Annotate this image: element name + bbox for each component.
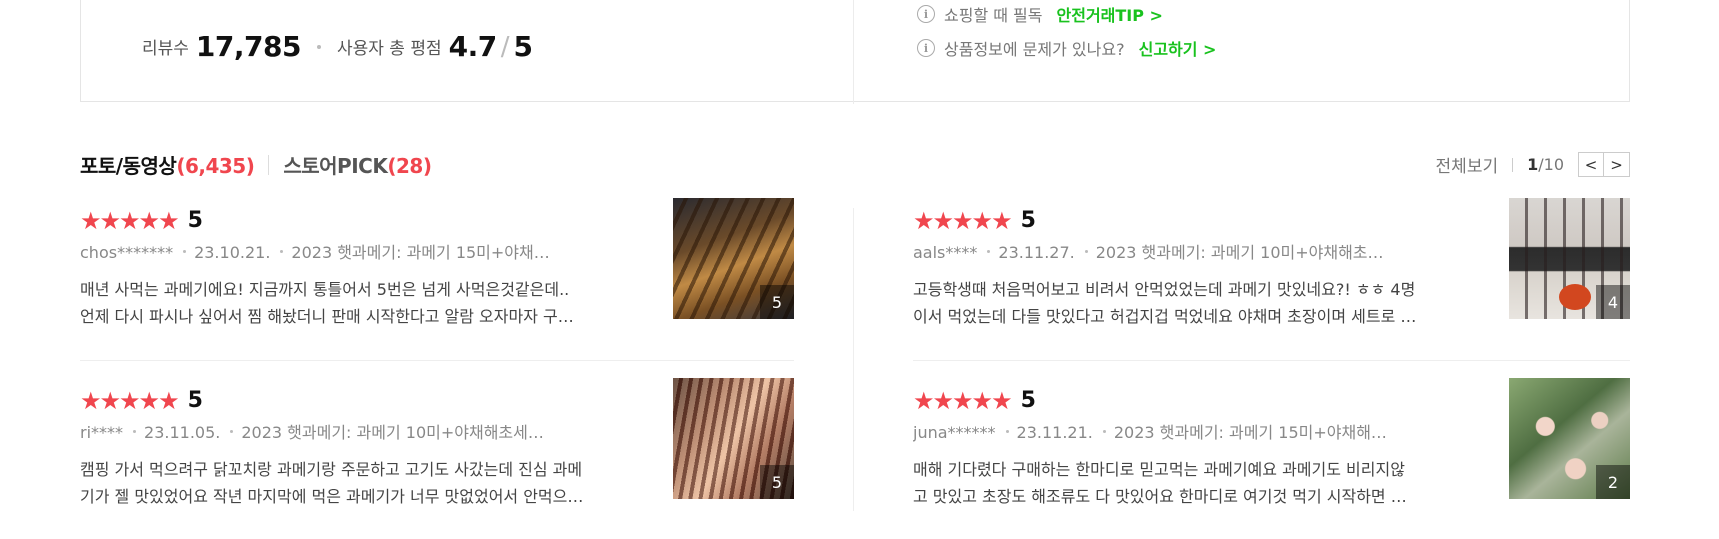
tab-separator	[268, 154, 270, 175]
rating-slash: /	[500, 31, 510, 62]
review-score: 5	[1020, 208, 1036, 233]
review-line: 기가 젤 맛있었어요 작년 마지막에 먹은 과메기가 너무 맛없었어서 안먹으…	[80, 487, 584, 506]
review-date: 23.10.21.	[194, 243, 271, 262]
safe-trade-tip-link[interactable]: 안전거래TIP >	[1057, 2, 1163, 26]
star-icon: ★★★★★	[80, 386, 180, 415]
notice-text: 상품정보에 문제가 있나요?	[944, 40, 1125, 59]
review-count-label: 리뷰수	[142, 39, 189, 59]
star-icon: ★★★★★	[913, 206, 1013, 235]
review-card[interactable]: ★★★★★ 5 aals**** 23.11.27. 2023 햇과메기: 과메기 …	[913, 198, 1630, 330]
photo-count-badge: 5	[760, 285, 794, 319]
tab-count: (6,435)	[176, 154, 255, 178]
next-page-button[interactable]: >	[1604, 152, 1630, 177]
meta-dot	[183, 250, 187, 253]
reviewer-id: ri****	[80, 423, 124, 442]
column-divider	[853, 208, 854, 511]
tab-store-pick[interactable]: 스토어PICK(28)	[283, 150, 432, 179]
separator-dot	[316, 44, 321, 49]
review-meta: aals**** 23.11.27. 2023 햇과메기: 과메기 10미+야채해초…	[913, 239, 1428, 263]
product-option: 2023 햇과메기: 과메기 15미+야채해…	[1113, 423, 1387, 442]
review-meta: chos******* 23.10.21. 2023 햇과메기: 과메기 15미+야…	[80, 239, 595, 263]
reviewer-id: aals****	[913, 243, 978, 262]
meta-dot	[987, 250, 991, 253]
review-text: 고등학생때 처음먹어보고 비려서 안먹었었는데 과메기 맛있네요?! ㅎㅎ 4명…	[913, 276, 1493, 330]
review-score: 5	[187, 388, 203, 413]
review-score: 5	[1020, 388, 1036, 413]
review-line: 캠핑 가서 먹으려구 닭꼬치랑 과메기랑 주문하고 고기도 사갔는데 진심 과메	[80, 460, 583, 479]
review-date: 23.11.05.	[144, 423, 221, 442]
star-rating: ★★★★★ 5	[913, 388, 1036, 413]
report-link[interactable]: 신고하기 >	[1139, 36, 1217, 60]
pagination: 전체보기 1/10 < >	[1436, 152, 1630, 177]
meta-dot	[1102, 430, 1106, 433]
meta-dot	[280, 250, 284, 253]
tab-label: 스토어PICK	[283, 154, 388, 178]
review-line: 이서 먹었는데 다들 맛있다고 허겁지겁 먹었네요 야채며 초장이며 세트로 …	[913, 307, 1417, 326]
paging-separator	[1512, 157, 1514, 172]
review-meta: juna****** 23.11.21. 2023 햇과메기: 과메기 15미+야채…	[913, 419, 1428, 443]
meta-dot	[133, 430, 137, 433]
review-card[interactable]: ★★★★★ 5 ri**** 23.11.05. 2023 햇과메기: 과메기 10…	[80, 378, 795, 510]
review-line: 매년 사먹는 과메기에요! 지금까지 통틀어서 5번은 넘게 사먹은것같은데..	[80, 280, 570, 299]
tab-photo-video[interactable]: 포토/동영상(6,435)	[80, 150, 255, 179]
review-date: 23.11.27.	[998, 243, 1075, 262]
review-meta: ri**** 23.11.05. 2023 햇과메기: 과메기 10미+야채해초세…	[80, 419, 595, 443]
star-rating: ★★★★★ 5	[913, 208, 1036, 233]
tab-count: (28)	[387, 154, 432, 178]
row-separator	[80, 360, 794, 361]
review-line: 고 맛있고 초장도 해조류도 다 맛있어요 한마디로 여기것 먹기 시작하면 …	[913, 487, 1407, 506]
review-card[interactable]: ★★★★★ 5 juna****** 23.11.21. 2023 햇과메기: 과메…	[913, 378, 1630, 510]
review-line: 매해 기다렸다 구매하는 한마디로 믿고먹는 과메기예요 과메기도 비리지않	[913, 460, 1405, 479]
review-date: 23.11.21.	[1016, 423, 1093, 442]
review-line: 고등학생때 처음먹어보고 비려서 안먹었었는데 과메기 맛있네요?! ㅎㅎ 4명	[913, 280, 1416, 299]
meta-dot	[1005, 430, 1009, 433]
prev-page-button[interactable]: <	[1578, 152, 1604, 177]
review-score: 5	[187, 208, 203, 233]
notice-safe-trade: i 쇼핑할 때 필독 안전거래TIP >	[917, 2, 1163, 26]
summary-divider	[853, 0, 854, 104]
info-icon: i	[917, 5, 935, 23]
meta-dot	[1084, 250, 1088, 253]
notice-text: 쇼핑할 때 필독	[944, 6, 1043, 25]
review-count: 17,785	[195, 30, 302, 63]
photo-count-badge: 2	[1596, 465, 1630, 499]
star-rating: ★★★★★ 5	[80, 208, 203, 233]
review-tabs: 포토/동영상(6,435) 스토어PICK(28)	[80, 150, 432, 179]
tab-label: 포토/동영상	[80, 154, 177, 178]
reviewer-id: juna******	[913, 423, 996, 442]
rating-label: 사용자 총 평점	[336, 39, 442, 59]
review-text: 매년 사먹는 과메기에요! 지금까지 통틀어서 5번은 넘게 사먹은것같은데..…	[80, 276, 660, 330]
page-indicator: 1/10	[1527, 155, 1564, 174]
star-rating: ★★★★★ 5	[80, 388, 203, 413]
product-option: 2023 햇과메기: 과메기 15미+야채…	[291, 243, 550, 262]
info-icon: i	[917, 39, 935, 57]
review-text: 매해 기다렸다 구매하는 한마디로 믿고먹는 과메기예요 과메기도 비리지않 고…	[913, 456, 1493, 510]
current-page: 1	[1527, 155, 1539, 174]
review-line: 언제 다시 파시나 싶어서 찜 해놨더니 판매 시작한다고 알람 오자마자 구…	[80, 307, 574, 326]
review-photo-thumbnail[interactable]: 5	[673, 198, 794, 319]
total-pages: /10	[1538, 155, 1564, 174]
rating-max: 5	[513, 30, 533, 63]
reviewer-id: chos*******	[80, 243, 174, 262]
star-icon: ★★★★★	[913, 386, 1013, 415]
review-card[interactable]: ★★★★★ 5 chos******* 23.10.21. 2023 햇과메기: 과…	[80, 198, 795, 330]
star-icon: ★★★★★	[80, 206, 180, 235]
product-option: 2023 햇과메기: 과메기 10미+야채해초세…	[241, 423, 544, 442]
review-summary: 리뷰수 17,785 사용자 총 평점 4.7 / 5	[142, 30, 533, 63]
meta-dot	[230, 430, 234, 433]
rating-value: 4.7	[448, 30, 498, 63]
notice-report: i 상품정보에 문제가 있나요? 신고하기 >	[917, 36, 1216, 60]
review-photo-thumbnail[interactable]: 2	[1509, 378, 1630, 499]
view-all-link[interactable]: 전체보기	[1436, 152, 1499, 177]
product-option: 2023 햇과메기: 과메기 10미+야채해초…	[1095, 243, 1384, 262]
review-text: 캠핑 가서 먹으려구 닭꼬치랑 과메기랑 주문하고 고기도 사갔는데 진심 과메…	[80, 456, 660, 510]
photo-count-badge: 4	[1596, 285, 1630, 319]
review-photo-thumbnail[interactable]: 5	[673, 378, 794, 499]
review-photo-thumbnail[interactable]: 4	[1509, 198, 1630, 319]
row-separator	[913, 360, 1630, 361]
photo-detail	[1559, 284, 1591, 310]
photo-count-badge: 5	[760, 465, 794, 499]
